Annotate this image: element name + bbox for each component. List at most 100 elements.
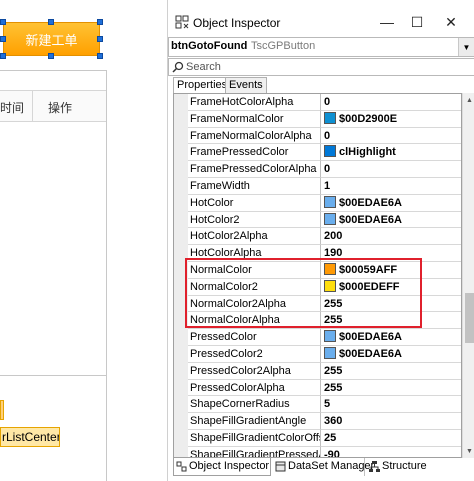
property-row[interactable]: FrameNormalColor $00D2900E [174, 110, 461, 128]
row-gutter [174, 127, 188, 145]
tab-events[interactable]: Events [225, 77, 267, 93]
property-row[interactable]: ShapeCornerRadius 5 [174, 396, 461, 414]
row-gutter [174, 362, 188, 380]
property-value[interactable]: 0 [321, 161, 461, 178]
orange-control[interactable] [0, 400, 4, 420]
property-row[interactable]: FramePressedColorAlpha 0 [174, 161, 461, 178]
property-name: HotColor [188, 194, 321, 212]
row-gutter [174, 194, 188, 212]
selection-handle[interactable] [97, 19, 103, 25]
row-gutter [174, 446, 188, 457]
color-swatch[interactable] [324, 111, 336, 124]
property-row[interactable]: HotColor2 $00EDAE6A [174, 211, 461, 229]
divider [0, 375, 106, 376]
selection-handle[interactable] [48, 53, 54, 59]
selection-handle[interactable] [97, 36, 103, 42]
row-gutter [174, 413, 188, 430]
vertical-scrollbar[interactable]: ▲ ▼ [462, 93, 474, 458]
maximize-button[interactable]: ☐ [402, 11, 432, 33]
property-value-text: $00EDAE6A [339, 213, 402, 226]
close-button[interactable]: ✕ [436, 11, 466, 33]
property-row[interactable]: PressedColor $00EDAE6A [174, 329, 461, 346]
selection-handle[interactable] [0, 53, 6, 59]
property-row[interactable]: HotColor2Alpha 200 [174, 228, 461, 246]
property-value[interactable]: clHighlight [321, 144, 461, 162]
property-value-text: -90 [324, 448, 340, 458]
component-selector[interactable]: btnGotoFound TscGPButton ▼ [168, 37, 474, 57]
property-row[interactable]: FrameNormalColorAlpha 0 [174, 127, 461, 145]
inspector-icon [176, 461, 187, 472]
property-name: ShapeFillGradientColorOffset [188, 430, 321, 447]
color-swatch[interactable] [324, 212, 336, 225]
property-value[interactable]: 255 [321, 363, 461, 380]
selection-handle[interactable] [0, 36, 6, 42]
bottom-tab-label: DataSet Manager [288, 460, 375, 472]
chevron-down-icon[interactable]: ▼ [458, 38, 474, 56]
property-value-text: 0 [324, 129, 331, 142]
property-value-text: $00EDAE6A [339, 196, 402, 209]
property-row[interactable]: PressedColorAlpha 255 [174, 379, 461, 397]
property-row[interactable]: HotColor $00EDAE6A [174, 194, 461, 212]
property-row[interactable]: ShapeFillGradientColorOffset 25 [174, 430, 461, 447]
property-value[interactable]: $00D2900E [321, 111, 461, 128]
property-value[interactable]: $00EDAE6A [321, 329, 461, 346]
property-row[interactable]: ShapeFillGradientAngle 360 [174, 413, 461, 430]
property-value-text: 255 [324, 364, 343, 377]
property-value[interactable]: 5 [321, 396, 461, 414]
property-value[interactable]: -90 [321, 447, 461, 458]
property-name: FramePressedColorAlpha [188, 161, 321, 178]
column-header-time[interactable]: 时间 [0, 99, 24, 116]
property-value[interactable]: $00EDAE6A [321, 212, 461, 229]
minimize-button[interactable]: — [372, 11, 402, 33]
property-value-text: 360 [324, 415, 343, 428]
scroll-up-icon[interactable]: ▲ [463, 93, 474, 107]
selection-handle[interactable] [97, 53, 103, 59]
property-row[interactable]: FrameWidth 1 [174, 178, 461, 195]
list-center-button[interactable]: rListCenter [0, 427, 60, 447]
property-name: FrameWidth [188, 178, 321, 195]
selection-handle[interactable] [0, 19, 6, 25]
divider [0, 70, 107, 71]
bottom-tabs: Object Inspector DataSet Manager Structu… [173, 458, 462, 476]
property-row[interactable]: PressedColor2Alpha 255 [174, 362, 461, 380]
property-row[interactable]: FrameHotColorAlpha 0 [174, 94, 461, 111]
structure-icon [369, 461, 380, 472]
property-name: PressedColorAlpha [188, 379, 321, 397]
bottom-tab-structure[interactable]: Structure [367, 458, 433, 476]
property-value[interactable]: 255 [321, 380, 461, 397]
property-value-text: $00EDAE6A [339, 331, 402, 344]
new-ticket-button[interactable]: 新建工单 [3, 22, 100, 56]
property-value[interactable]: $00EDAE6A [321, 346, 461, 363]
search-field[interactable]: Search [168, 58, 474, 76]
column-header-action[interactable]: 操作 [48, 99, 72, 116]
property-value[interactable]: 0 [321, 94, 461, 111]
property-value[interactable]: 1 [321, 178, 461, 195]
property-row[interactable]: FramePressedColor clHighlight [174, 144, 461, 162]
property-row[interactable]: ShapeFillGradientPressedAngle-90 [174, 446, 461, 458]
tab-properties[interactable]: Properties [173, 77, 232, 94]
property-value[interactable]: 200 [321, 228, 461, 246]
color-swatch[interactable] [324, 195, 336, 208]
selection-handle[interactable] [48, 19, 54, 25]
component-name: btnGotoFound [171, 40, 248, 52]
property-value-text: 25 [324, 432, 337, 444]
row-gutter [174, 110, 188, 128]
gap [107, 0, 167, 481]
color-swatch[interactable] [324, 330, 336, 343]
property-value[interactable]: $00EDAE6A [321, 195, 461, 212]
property-value-text: 0 [324, 163, 331, 176]
color-swatch[interactable] [324, 347, 336, 359]
color-swatch[interactable] [324, 145, 336, 158]
bottom-tab-dataset-manager[interactable]: DataSet Manager [273, 458, 374, 476]
property-value[interactable]: 0 [321, 128, 461, 145]
property-row[interactable]: PressedColor2 $00EDAE6A [174, 346, 461, 363]
bottom-tab-label: Structure [382, 460, 427, 472]
title-bar[interactable]: Object Inspector — ☐ ✕ [168, 7, 474, 37]
property-value-text: 255 [324, 381, 343, 394]
highlight-annotation [185, 258, 422, 328]
bottom-tab-object-inspector[interactable]: Object Inspector [173, 458, 271, 476]
scroll-thumb[interactable] [465, 293, 474, 343]
property-value[interactable]: 25 [321, 430, 461, 447]
scroll-down-icon[interactable]: ▼ [463, 444, 474, 458]
property-value[interactable]: 360 [321, 413, 461, 430]
